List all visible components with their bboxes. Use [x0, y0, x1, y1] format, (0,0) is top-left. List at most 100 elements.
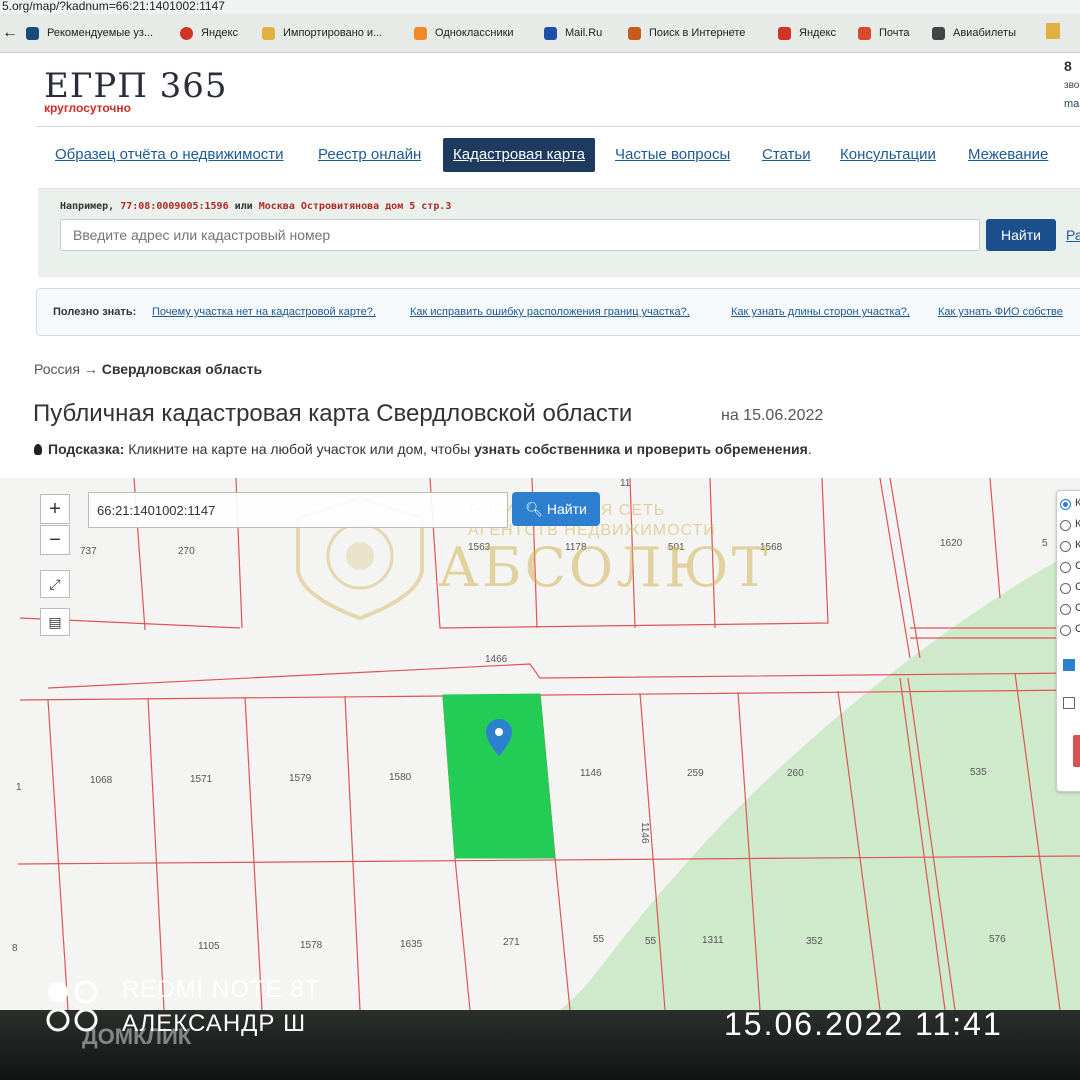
parcel-number-label: 1620: [940, 538, 963, 549]
url-text: 5.org/map/?kadnum=66:21:1401002:1147: [2, 0, 225, 13]
bookmark-item[interactable]: Рекомендуемые уз...: [26, 25, 153, 41]
search-button[interactable]: Найти: [986, 219, 1056, 251]
folder-icon: [262, 26, 275, 40]
bookmark-item[interactable]: Почта: [858, 25, 910, 41]
header-link[interactable]: ma: [1064, 98, 1079, 110]
breadcrumb-arrow-icon: →: [83, 361, 98, 377]
site-logo[interactable]: ЕГРП 365: [44, 66, 228, 106]
hint-label: Подсказка:: [48, 441, 125, 457]
selected-parcel[interactable]: [442, 693, 556, 859]
parcel-number-label: 1: [16, 782, 22, 793]
zoom-in-button[interactable]: +: [40, 494, 70, 524]
useful-link[interactable]: Как узнать длины сторон участка?,: [731, 306, 910, 318]
watermark-brand: АБСОЛЮТ: [438, 536, 771, 599]
search-icon: [628, 26, 641, 40]
address-search-input[interactable]: [60, 219, 980, 251]
breadcrumb: Россия → Свердловская область: [34, 361, 262, 377]
address-bar[interactable]: 5.org/map/?kadnum=66:21:1401002:1147: [0, 0, 1080, 14]
parcel-number-label: 1311: [702, 935, 724, 946]
nav-articles[interactable]: Статьи: [762, 146, 811, 163]
bookmark-item[interactable]: Яндекс: [778, 25, 836, 41]
fullscreen-button[interactable]: ⤢: [40, 570, 70, 598]
parcel-number-label: 8: [12, 943, 18, 954]
layer-radio[interactable]: [1060, 520, 1071, 531]
mail-icon: [858, 26, 871, 40]
layer-radio[interactable]: [1060, 583, 1071, 594]
bookmarks-bar: ← Рекомендуемые уз... Яндекс Импортирова…: [0, 14, 1080, 53]
parcel-number-label: 1466: [485, 654, 508, 665]
nav-land-surveying[interactable]: Межевание: [968, 146, 1048, 163]
parcel-number-label: 1579: [289, 773, 312, 784]
layer-action-button[interactable]: [1073, 735, 1080, 767]
map-marker-dot: [495, 728, 503, 736]
parcel-number-label: 271: [503, 937, 520, 948]
expand-icon: ⤢: [49, 576, 61, 592]
parcel-number-label: 270: [178, 546, 195, 557]
advanced-search-link[interactable]: Ра: [1066, 227, 1080, 243]
layer-radio[interactable]: [1060, 541, 1071, 552]
bookmark-item[interactable]: Авиабилеты: [932, 25, 1016, 41]
layer-radio[interactable]: [1060, 499, 1071, 510]
bookmark-item[interactable]: Импортировано и...: [262, 25, 382, 41]
yandex-icon: [180, 26, 193, 40]
domclick-watermark: ДОМКЛИК: [82, 1024, 192, 1049]
layers-panel: К К К С С С С: [1056, 490, 1080, 792]
useful-label: Полезно знать:: [53, 306, 137, 318]
nav-consultations[interactable]: Консультации: [840, 146, 936, 163]
map-search-button[interactable]: 🔍︎ Найти: [512, 492, 600, 526]
print-button[interactable]: ▤: [40, 608, 70, 636]
bookmark-item[interactable]: Яндекс: [180, 25, 238, 41]
breadcrumb-root[interactable]: Россия: [34, 361, 80, 377]
bookmark-item[interactable]: Mail.Ru: [544, 25, 602, 41]
print-icon: ▤: [48, 614, 62, 630]
lightbulb-icon: [34, 444, 42, 455]
cadastral-map[interactable]: 737 270 1563 1178 501 1568 1620 1466 1068 1571 157…: [0, 478, 1080, 1010]
bookmark-item[interactable]: Одноклассники: [414, 25, 514, 41]
layer-radio[interactable]: [1060, 562, 1071, 573]
parcel-number-label: 1580: [389, 772, 412, 783]
folder-icon[interactable]: [1046, 23, 1060, 39]
header-phone: 8: [1064, 58, 1072, 74]
nav-faq[interactable]: Частые вопросы: [615, 146, 730, 163]
layer-checkbox[interactable]: [1063, 697, 1075, 709]
search-panel: Например, 77:08:0009005:1596 или Москва …: [38, 188, 1080, 277]
hint-text: Кликните на карте на любой участок или д…: [128, 441, 471, 457]
nav-cadastral-map[interactable]: Кадастровая карта: [443, 138, 595, 172]
nav-registry-online[interactable]: Реестр онлайн: [318, 146, 421, 163]
yandex-icon: [778, 26, 791, 40]
page-title: Публичная кадастровая карта Свердловской…: [33, 400, 633, 427]
mailru-icon: [544, 26, 557, 40]
photo-timestamp: 15.06.2022 11:41: [724, 1006, 1003, 1042]
parcel-number-label: 55: [593, 934, 605, 945]
bookmark-arrow-icon[interactable]: ←: [2, 24, 18, 42]
parcel-number-label: 55: [645, 936, 657, 947]
parcel-number-label: 1146: [580, 768, 602, 779]
useful-link[interactable]: Как исправить ошибку расположения границ…: [410, 306, 690, 318]
parcel-number-label: 737: [80, 546, 97, 557]
parcel-number-label: 1635: [400, 939, 423, 950]
bookmark-item[interactable]: Поиск в Интернете: [628, 25, 745, 41]
parcel-number-label: 352: [806, 936, 823, 947]
useful-links-box: Полезно знать: Почему участка нет на кад…: [36, 288, 1080, 336]
layer-checkbox[interactable]: [1063, 659, 1075, 671]
map-search-input[interactable]: [88, 492, 508, 528]
zoom-out-button[interactable]: −: [40, 525, 70, 555]
nav-sample-report[interactable]: Образец отчёта о недвижимости: [55, 146, 284, 163]
search-icon: 🔍︎: [525, 500, 547, 517]
page-date: на 15.06.2022: [721, 407, 824, 424]
plane-icon: [932, 26, 945, 40]
layer-radio[interactable]: [1060, 625, 1071, 636]
parcel-number-label: 1578: [300, 940, 323, 951]
parcel-number-label: 1068: [90, 775, 113, 786]
useful-link[interactable]: Почему участка нет на кадастровой карте?…: [152, 306, 376, 318]
search-example: Например, 77:08:0009005:1596 или Москва …: [60, 201, 452, 212]
camera-model: REDMI NOTE 8T: [122, 976, 321, 1003]
parcel-number-label: 260: [787, 768, 804, 779]
browser-screen: 5.org/map/?kadnum=66:21:1401002:1147 ← Р…: [0, 0, 1080, 1080]
parcel-number-label: 1571: [190, 774, 213, 785]
useful-link[interactable]: Как узнать ФИО собстве: [938, 306, 1063, 318]
layer-radio[interactable]: [1060, 604, 1071, 615]
parcel-number-label: 1105: [198, 941, 220, 952]
parcel-number-label: 1146: [639, 822, 650, 844]
hint: Подсказка: Кликните на карте на любой уч…: [34, 441, 812, 457]
